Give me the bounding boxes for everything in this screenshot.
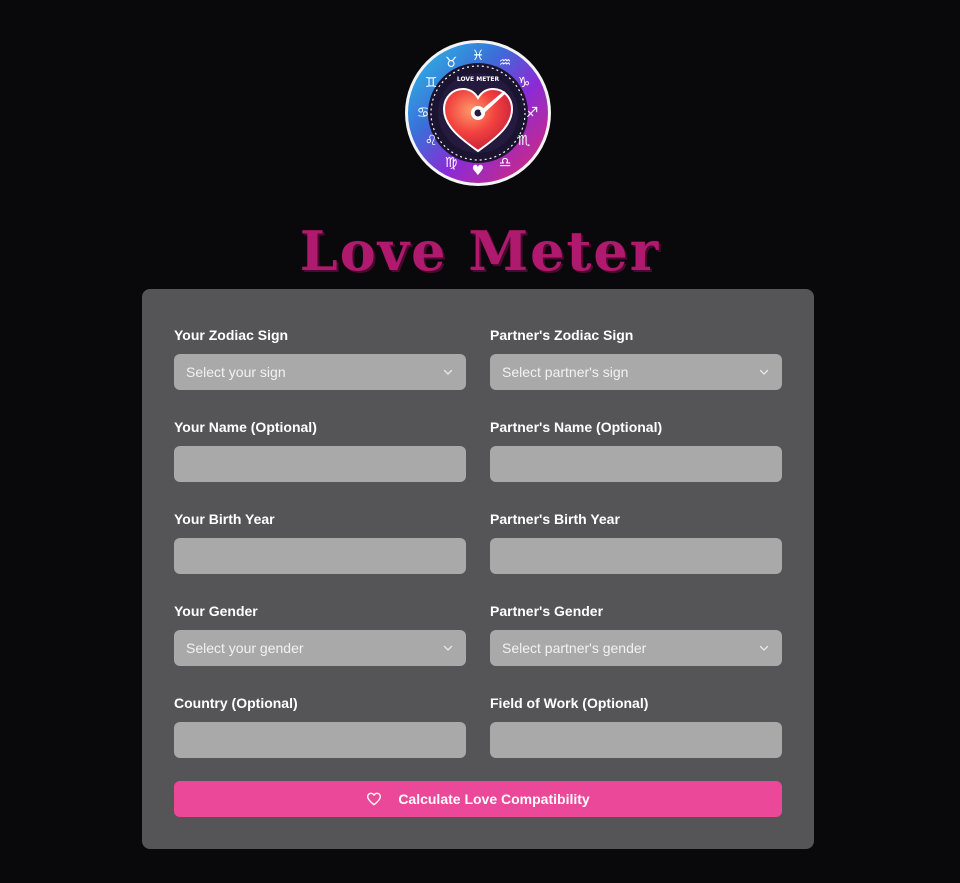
partner-gender-field: Partner's Gender Select partner's gender [490,603,782,666]
your-gender-label: Your Gender [174,603,258,619]
your-birth-year-field: Your Birth Year [174,511,466,574]
chevron-down-icon [443,645,453,651]
chevron-down-icon [759,645,769,651]
compatibility-form: Your Zodiac Sign Select your sign Partne… [142,289,814,849]
calculate-compatibility-button[interactable]: Calculate Love Compatibility [174,781,782,817]
partner-gender-placeholder: Select partner's gender [502,640,647,656]
chevron-down-icon [759,369,769,375]
field-of-work-field: Field of Work (Optional) [490,695,782,758]
partner-gender-label: Partner's Gender [490,603,604,619]
your-zodiac-placeholder: Select your sign [186,364,286,380]
svg-text:♥: ♥ [472,163,485,179]
partner-name-input[interactable] [490,446,782,482]
country-input[interactable] [174,722,466,758]
heart-outline-icon [367,792,382,806]
country-label: Country (Optional) [174,695,298,711]
country-field: Country (Optional) [174,695,466,758]
svg-text:♐: ♐ [526,105,539,121]
partner-gender-select[interactable]: Select partner's gender [490,630,782,666]
your-birth-year-input[interactable] [174,538,466,574]
partner-zodiac-select[interactable]: Select partner's sign [490,354,782,390]
partner-birth-year-input[interactable] [490,538,782,574]
svg-text:♊: ♊ [425,75,438,91]
your-zodiac-field: Your Zodiac Sign Select your sign [174,327,466,390]
svg-text:♉: ♉ [445,55,458,71]
partner-zodiac-label: Partner's Zodiac Sign [490,327,634,343]
your-name-field: Your Name (Optional) [174,419,466,482]
svg-text:♌: ♌ [425,133,438,149]
partner-birth-year-label: Partner's Birth Year [490,511,620,527]
your-name-input[interactable] [174,446,466,482]
zodiac-heart-meter-logo-icon: ♓ ♒ ♑ ♐ ♏ ♎ ♥ ♍ ♌ ♋ ♊ ♉ LOVE METER [405,40,551,186]
svg-text:♏: ♏ [518,133,531,149]
your-zodiac-label: Your Zodiac Sign [174,327,289,343]
page-title: Love Meter [299,219,661,283]
svg-text:♑: ♑ [518,75,531,91]
chevron-down-icon [443,369,453,375]
your-birth-year-label: Your Birth Year [174,511,275,527]
your-gender-select[interactable]: Select your gender [174,630,466,666]
love-meter-page: ♓ ♒ ♑ ♐ ♏ ♎ ♥ ♍ ♌ ♋ ♊ ♉ LOVE METER Love … [0,0,960,883]
svg-text:♋: ♋ [417,105,430,121]
field-of-work-input[interactable] [490,722,782,758]
svg-text:♒: ♒ [499,55,512,71]
svg-text:♎: ♎ [499,155,512,171]
love-meter-logo: ♓ ♒ ♑ ♐ ♏ ♎ ♥ ♍ ♌ ♋ ♊ ♉ LOVE METER [404,39,552,187]
your-gender-field: Your Gender Select your gender [174,603,466,666]
logo-text: LOVE METER [457,76,500,83]
your-zodiac-select[interactable]: Select your sign [174,354,466,390]
your-name-label: Your Name (Optional) [174,419,317,435]
field-of-work-label: Field of Work (Optional) [490,695,649,711]
your-gender-placeholder: Select your gender [186,640,304,656]
partner-zodiac-placeholder: Select partner's sign [502,364,629,380]
calculate-compatibility-label: Calculate Love Compatibility [398,791,590,807]
svg-text:♍: ♍ [445,155,458,171]
partner-zodiac-field: Partner's Zodiac Sign Select partner's s… [490,327,782,390]
partner-name-label: Partner's Name (Optional) [490,419,663,435]
partner-birth-year-field: Partner's Birth Year [490,511,782,574]
svg-text:♓: ♓ [472,48,485,64]
partner-name-field: Partner's Name (Optional) [490,419,782,482]
